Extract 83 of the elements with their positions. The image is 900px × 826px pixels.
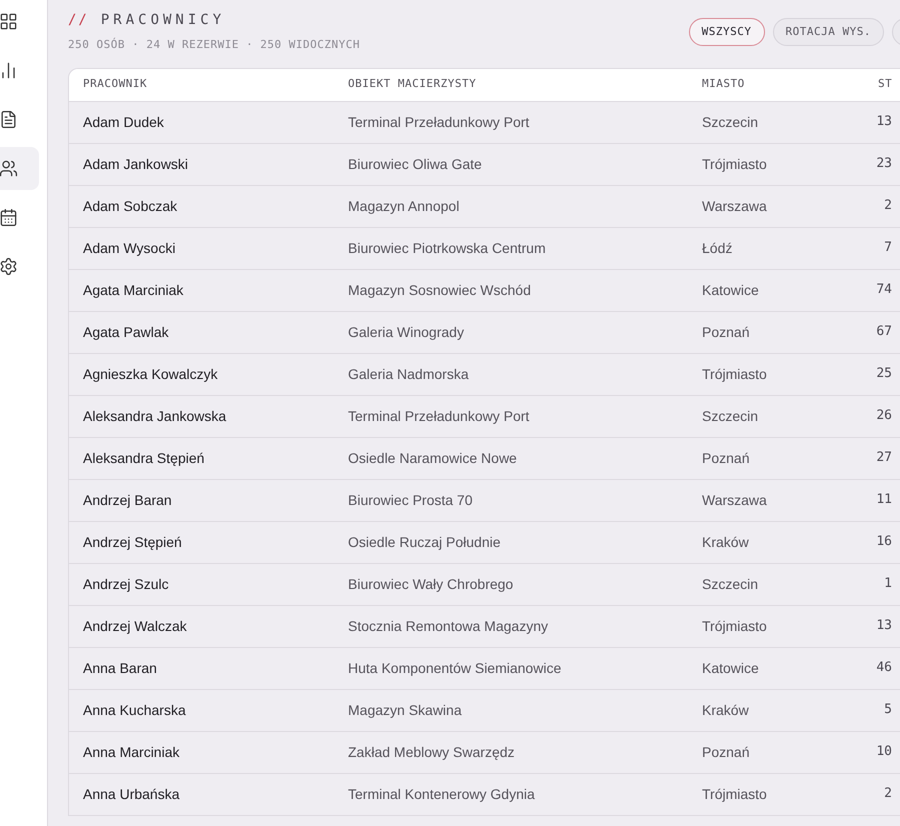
table-cell-text: 1 (883, 575, 893, 594)
table-cell-text: Osiedle Ruczaj Południe (348, 532, 502, 552)
table-cell-text: Terminal Przeładunkowy Port (348, 112, 530, 132)
page-subtitle: 250 OSÓB · 24 W REZERWIE · 250 WIDOCZNYCH (68, 37, 360, 53)
table-cell-text: Galeria Nadmorska (348, 364, 470, 384)
table-cell-text: Anna Baran (82, 658, 158, 678)
table-cell-text: 5 (883, 701, 893, 720)
table-cell-text: Poznań (702, 322, 750, 342)
calendar-icon (0, 208, 18, 227)
table-cell-text: Agata Pawlak (82, 322, 170, 342)
table-cell-text: Poznań (702, 448, 750, 468)
table-cell-text: Magazyn Sosnowiec Wschód (348, 280, 532, 300)
page-title: PRACOWNICY (100, 11, 226, 30)
table-cell-text: Huta Komponentów Siemianowice (348, 658, 562, 678)
table-cell-text: Trójmiasto (702, 784, 768, 804)
table-cell-text: 2 (883, 197, 893, 216)
table-cell-text: Biurowiec Wały Chrobrego (348, 574, 514, 594)
table-cell-text: Trójmiasto (702, 616, 768, 636)
filter-chip[interactable]: ROTACJA WYS. (772, 18, 884, 46)
table-cell-text: 16 (875, 533, 893, 552)
table-cell-text: 2 (883, 785, 893, 804)
people-icon (0, 159, 18, 178)
column-header[interactable]: MIASTO (702, 76, 826, 93)
table-cell-text: Osiedle Naramowice Nowe (348, 448, 518, 468)
table-cell-text: Łódź (702, 238, 734, 258)
table-cell-text: Stocznia Remontowa Magazyny (348, 616, 549, 636)
table-cell-text: Poznań (702, 742, 750, 762)
table-cell-text: Galeria Winogrady (348, 322, 465, 342)
table-cell-text: Aleksandra Stępień (82, 448, 206, 468)
table-cell-text: Warszawa (702, 490, 768, 510)
table-cell-text: Zakład Meblowy Swarzędz (348, 742, 516, 762)
table-cell-text: 10 (875, 743, 893, 762)
column-header[interactable]: OBIEKT MACIERZYSTY (348, 76, 702, 93)
table-cell-text: 67 (875, 323, 893, 342)
table-cell-text: Adam Dudek (82, 112, 165, 132)
nav-item[interactable] (0, 147, 39, 190)
table-cell-text: Kraków (702, 532, 750, 552)
title-prefix: // (68, 11, 89, 30)
table-cell-text: 27 (875, 449, 893, 468)
table-cell-text: 23 (875, 155, 893, 174)
table-cell-text: Andrzej Walczak (82, 616, 188, 636)
table-cell-text: Adam Wysocki (82, 238, 176, 258)
table-cell-text: 7 (883, 239, 893, 258)
filter-chip[interactable]: WSZYSCY (688, 18, 765, 46)
table-cell-text: 46 (875, 659, 893, 678)
table-cell-text: Andrzej Stępień (82, 532, 183, 552)
table-cell-text: Biurowiec Oliwa Gate (348, 154, 483, 174)
table-cell-text: Szczecin (702, 406, 760, 426)
table-cell-text: Agnieszka Kowalczyk (82, 364, 219, 384)
table-cell-text: 25 (875, 365, 893, 384)
column-header[interactable]: ST (826, 76, 900, 93)
table-cell-text: 13 (875, 617, 893, 636)
table-cell-text: Warszawa (702, 196, 768, 216)
table-cell-text: Magazyn Annopol (348, 196, 460, 216)
table-cell-text: Anna Marciniak (82, 742, 180, 762)
table-cell-text: Szczecin (702, 574, 760, 594)
table-cell-text: Biurowiec Piotrkowska Centrum (348, 238, 547, 258)
table-cell-text: Terminal Kontenerowy Gdynia (348, 784, 536, 804)
table-cell-text: Szczecin (702, 112, 760, 132)
table-cell-text: Aleksandra Jankowska (82, 406, 228, 426)
table-cell-text: Katowice (702, 280, 760, 300)
table-cell-text: Kraków (702, 700, 750, 720)
table-cell-text: Katowice (702, 658, 760, 678)
table-cell-text: 74 (875, 281, 893, 300)
grid-icon (0, 12, 18, 31)
table-cell-text: 11 (875, 491, 893, 510)
table-cell-text: Biurowiec Prosta 70 (348, 490, 474, 510)
table-cell-text: Adam Jankowski (82, 154, 190, 174)
table-cell-text: Anna Kucharska (82, 700, 187, 720)
table-cell-text: Magazyn Skawina (348, 700, 463, 720)
table-cell-text: 13 (875, 113, 893, 132)
column-header[interactable]: PRACOWNIK (69, 76, 348, 93)
table-cell-text: Anna Urbańska (82, 784, 181, 804)
table-cell-text: Adam Sobczak (82, 196, 178, 216)
table-cell-text: Terminal Przeładunkowy Port (348, 406, 530, 426)
table-cell-text: Trójmiasto (702, 154, 768, 174)
document-icon (0, 110, 18, 129)
settings-icon (0, 257, 18, 276)
table-cell-text: Agata Marciniak (82, 280, 184, 300)
table-cell-text: 26 (875, 407, 893, 426)
table-cell-text: Andrzej Baran (82, 490, 173, 510)
table-cell-text: Andrzej Szulc (82, 574, 170, 594)
table-cell-text: Trójmiasto (702, 364, 768, 384)
